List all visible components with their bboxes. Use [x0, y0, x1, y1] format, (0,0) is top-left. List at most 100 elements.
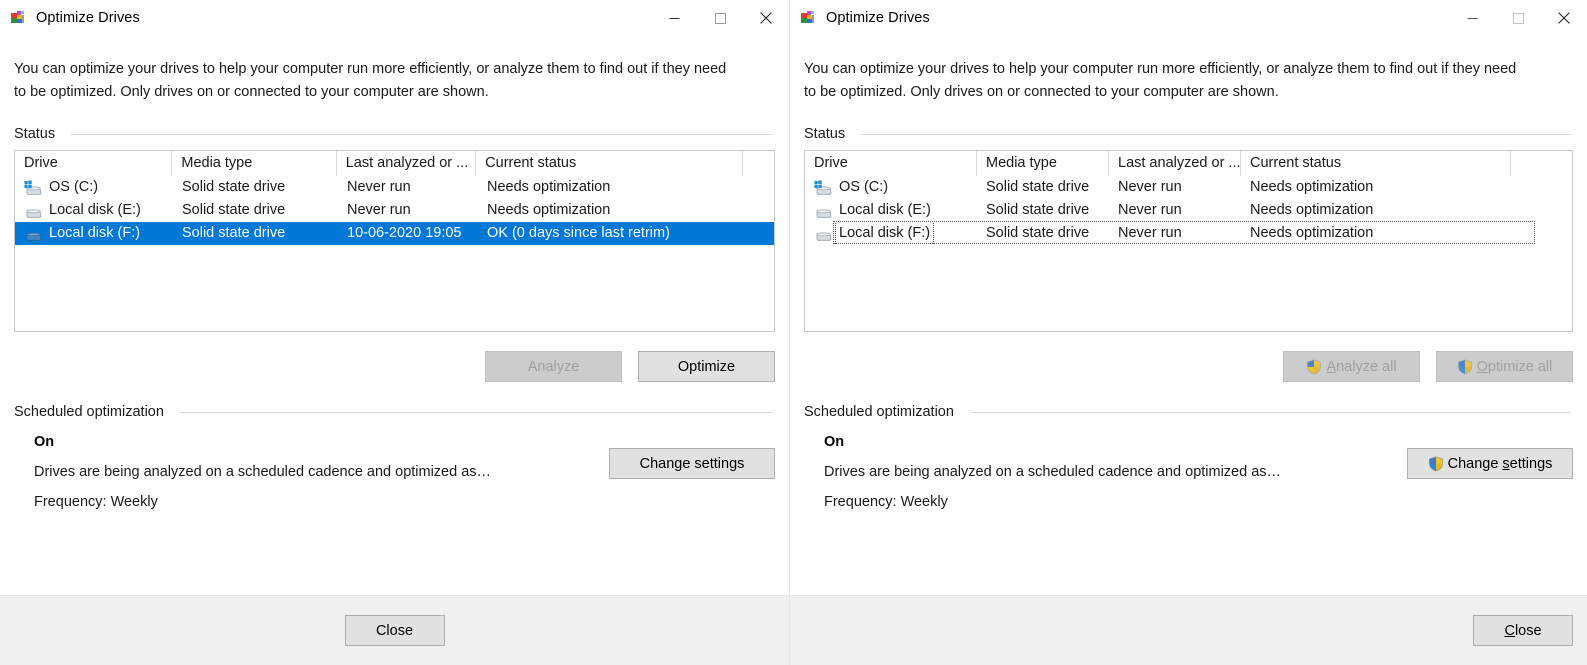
- cell-media-type: Solid state drive: [173, 222, 338, 245]
- cell-last-analyzed: Never run: [1109, 222, 1241, 245]
- action-buttons-right: Analyze all Optimize all: [804, 351, 1573, 382]
- cell-current-status: Needs optimization: [1241, 199, 1511, 222]
- cell-drive: Local disk (F:): [15, 222, 173, 245]
- cell-media-type: Solid state drive: [173, 199, 338, 222]
- window-content-left: You can optimize your drives to help you…: [0, 58, 789, 510]
- status-group-header: Status: [14, 126, 775, 142]
- change-settings-holder: Change settings: [1407, 448, 1573, 479]
- optimize-all-label: Optimize all: [1477, 359, 1553, 375]
- column-header-last-analyzed[interactable]: Last analyzed or ...: [337, 151, 476, 176]
- status-group-rule: [71, 134, 773, 135]
- cell-last-analyzed: 10-06-2020 19:05: [338, 222, 478, 245]
- drive-icon: [814, 226, 833, 242]
- cell-current-status: Needs optimization: [478, 199, 746, 222]
- caption-buttons-right: [1449, 0, 1587, 36]
- optimize-button[interactable]: Optimize: [638, 351, 775, 382]
- minimize-button[interactable]: [651, 0, 697, 36]
- window-title: Optimize Drives: [826, 10, 930, 26]
- scheduled-section-left: On Drives are being analyzed on a schedu…: [14, 434, 775, 510]
- column-header-last-analyzed[interactable]: Last analyzed or ...: [1109, 151, 1241, 176]
- scheduled-group-header: Scheduled optimization: [804, 404, 1573, 420]
- table-row-selected[interactable]: Local disk (F:) Solid state drive 10-06-…: [15, 222, 774, 245]
- uac-shield-icon: [1457, 359, 1473, 375]
- table-row[interactable]: Local disk (E:) Solid state drive Never …: [805, 199, 1572, 222]
- optimize-drives-window-right: Optimize Drives You can optimize your dr…: [789, 0, 1587, 665]
- cell-drive: OS (C:): [805, 176, 977, 199]
- change-settings-accel: s: [1502, 456, 1509, 472]
- drive-list-header: Drive Media type Last analyzed or ... Cu…: [15, 151, 774, 176]
- scheduled-group-label: Scheduled optimization: [804, 404, 954, 420]
- table-row[interactable]: Local disk (E:) Solid state drive Never …: [15, 199, 774, 222]
- status-group-header: Status: [804, 126, 1573, 142]
- analyze-button[interactable]: Analyze: [485, 351, 622, 382]
- drive-label: Local disk (F:): [839, 225, 930, 242]
- analyze-all-button[interactable]: Analyze all: [1283, 351, 1420, 382]
- action-buttons-left: Analyze Optimize: [14, 351, 775, 382]
- close-dialog-button[interactable]: Close: [345, 615, 445, 646]
- column-header-drive[interactable]: Drive: [15, 151, 172, 176]
- defrag-icon: [9, 9, 27, 27]
- cell-media-type: Solid state drive: [977, 199, 1109, 222]
- status-group-label: Status: [804, 126, 845, 142]
- column-header-filler: [743, 151, 774, 176]
- column-header-current-status[interactable]: Current status: [1241, 151, 1511, 176]
- change-settings-holder: Change settings: [609, 448, 775, 479]
- optimize-all-button[interactable]: Optimize all: [1436, 351, 1573, 382]
- footer-left: Close: [0, 595, 789, 665]
- table-row[interactable]: OS (C:) Solid state drive Never run Need…: [15, 176, 774, 199]
- drive-label: Local disk (E:): [49, 199, 141, 222]
- drive-icon: [24, 226, 43, 242]
- change-settings-button[interactable]: Change settings: [609, 448, 775, 479]
- close-button[interactable]: [743, 0, 789, 36]
- analyze-all-accel: A: [1326, 359, 1336, 375]
- cell-current-status: Needs optimization: [1241, 176, 1511, 199]
- close-rest: lose: [1515, 623, 1542, 639]
- table-row[interactable]: OS (C:) Solid state drive Never run Need…: [805, 176, 1572, 199]
- close-accel: C: [1504, 623, 1514, 639]
- analyze-all-label: Analyze all: [1326, 359, 1396, 375]
- cell-drive: OS (C:): [15, 176, 173, 199]
- defrag-icon: [799, 9, 817, 27]
- drive-list-left[interactable]: Drive Media type Last analyzed or ... Cu…: [14, 150, 775, 332]
- scheduled-group-rule: [970, 412, 1571, 413]
- cell-current-status: Needs optimization: [1241, 222, 1511, 245]
- cell-last-analyzed: Never run: [338, 176, 478, 199]
- schedule-frequency: Frequency: Weekly: [824, 494, 1573, 510]
- scheduled-group-label: Scheduled optimization: [14, 404, 164, 420]
- intro-text: You can optimize your drives to help you…: [14, 58, 734, 104]
- optimize-drives-screen: Optimize Drives You can optimize your dr…: [0, 0, 1587, 665]
- column-header-media[interactable]: Media type: [172, 151, 336, 176]
- close-dialog-button[interactable]: Close: [1473, 615, 1573, 646]
- cell-media-type: Solid state drive: [977, 222, 1109, 245]
- drive-label: OS (C:): [839, 176, 888, 199]
- maximize-button[interactable]: [697, 0, 743, 36]
- optimize-all-accel: O: [1477, 359, 1488, 375]
- change-settings-button[interactable]: Change settings: [1407, 448, 1573, 479]
- close-button[interactable]: [1541, 0, 1587, 36]
- drive-label: Local disk (E:): [839, 199, 931, 222]
- cell-drive: Local disk (E:): [805, 199, 977, 222]
- column-header-filler: [1511, 151, 1550, 176]
- titlebar-left: Optimize Drives: [0, 0, 789, 36]
- drive-list-right[interactable]: Drive Media type Last analyzed or ... Cu…: [804, 150, 1573, 332]
- schedule-frequency: Frequency: Weekly: [34, 494, 775, 510]
- minimize-button[interactable]: [1449, 0, 1495, 36]
- drive-icon: [814, 203, 833, 219]
- uac-shield-icon: [1306, 359, 1322, 375]
- change-settings-label: Change settings: [1448, 456, 1553, 472]
- table-row-focused[interactable]: Local disk (F:) Solid state drive Never …: [805, 222, 1572, 245]
- uac-shield-icon: [1428, 456, 1444, 472]
- window-title: Optimize Drives: [36, 10, 140, 26]
- scheduled-group-header: Scheduled optimization: [14, 404, 775, 420]
- cell-media-type: Solid state drive: [173, 176, 338, 199]
- cell-media-type: Solid state drive: [977, 176, 1109, 199]
- analyze-all-rest: nalyze all: [1336, 359, 1396, 375]
- window-content-right: You can optimize your drives to help you…: [790, 58, 1587, 510]
- cell-last-analyzed: Never run: [1109, 176, 1241, 199]
- column-header-current-status[interactable]: Current status: [476, 151, 743, 176]
- column-header-media[interactable]: Media type: [977, 151, 1109, 176]
- optimize-all-rest: ptimize all: [1488, 359, 1552, 375]
- column-header-drive[interactable]: Drive: [805, 151, 977, 176]
- maximize-button[interactable]: [1495, 0, 1541, 36]
- scheduled-section-right: On Drives are being analyzed on a schedu…: [804, 434, 1573, 510]
